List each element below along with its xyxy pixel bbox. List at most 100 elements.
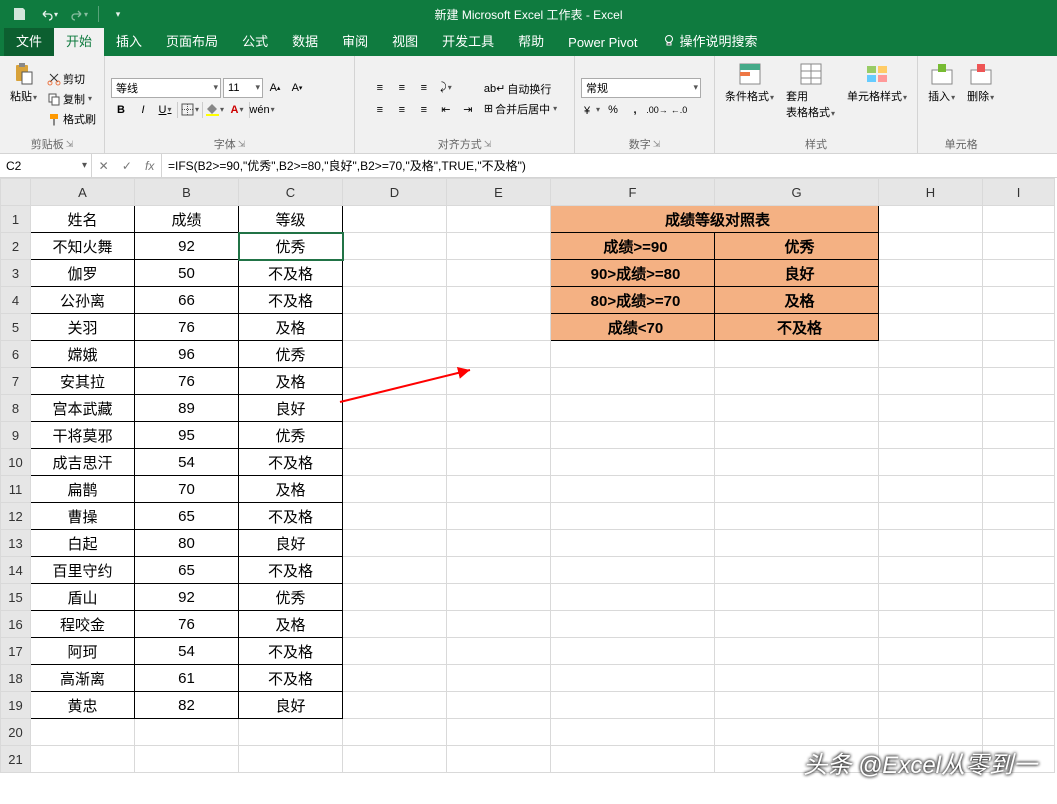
row-header-11[interactable]: 11 <box>1 476 31 503</box>
fx-icon[interactable]: fx <box>145 159 154 173</box>
row-header-10[interactable]: 10 <box>1 449 31 476</box>
cell-E21[interactable] <box>447 746 551 773</box>
cell-E5[interactable] <box>447 314 551 341</box>
cell-D20[interactable] <box>343 719 447 746</box>
cell-H7[interactable] <box>879 368 983 395</box>
align-center-button[interactable]: ≡ <box>392 100 412 120</box>
col-header-C[interactable]: C <box>239 179 343 206</box>
row-header-8[interactable]: 8 <box>1 395 31 422</box>
align-right-button[interactable]: ≡ <box>414 100 434 120</box>
cell-H13[interactable] <box>879 530 983 557</box>
cell-styles-button[interactable]: 单元格样式 <box>843 60 911 137</box>
cell-I7[interactable] <box>983 368 1055 395</box>
cell-E18[interactable] <box>447 665 551 692</box>
cell-G7[interactable] <box>715 368 879 395</box>
cell-B17[interactable]: 54 <box>135 638 239 665</box>
redo-icon[interactable]: ▾ <box>68 3 90 25</box>
cell-G10[interactable] <box>715 449 879 476</box>
cell-B16[interactable]: 76 <box>135 611 239 638</box>
cell-E17[interactable] <box>447 638 551 665</box>
cell-B19[interactable]: 82 <box>135 692 239 719</box>
cell-F6[interactable] <box>551 341 715 368</box>
align-bottom-button[interactable]: ≡ <box>414 78 434 98</box>
insert-cells-button[interactable]: 插入 <box>924 60 959 137</box>
cell-F20[interactable] <box>551 719 715 746</box>
cell-H20[interactable] <box>879 719 983 746</box>
cell-C3[interactable]: 不及格 <box>239 260 343 287</box>
cell-D15[interactable] <box>343 584 447 611</box>
launcher-icon[interactable]: ⇲ <box>66 139 74 150</box>
cell-A2[interactable]: 不知火舞 <box>31 233 135 260</box>
launcher-icon[interactable]: ⇲ <box>484 139 492 150</box>
tab-help[interactable]: 帮助 <box>506 25 556 56</box>
cell-C16[interactable]: 及格 <box>239 611 343 638</box>
cell-F4[interactable]: 80>成绩>=70 <box>551 287 715 314</box>
save-icon[interactable] <box>8 3 30 25</box>
cell-H18[interactable] <box>879 665 983 692</box>
cell-C11[interactable]: 及格 <box>239 476 343 503</box>
indent-decrease-button[interactable]: ⇤ <box>436 100 456 120</box>
cell-H1[interactable] <box>879 206 983 233</box>
cell-B13[interactable]: 80 <box>135 530 239 557</box>
cell-D9[interactable] <box>343 422 447 449</box>
cell-B14[interactable]: 65 <box>135 557 239 584</box>
underline-button[interactable]: U <box>155 100 175 120</box>
decrease-decimal-button[interactable]: ←.0 <box>669 100 689 120</box>
cell-D5[interactable] <box>343 314 447 341</box>
cell-F18[interactable] <box>551 665 715 692</box>
cell-I19[interactable] <box>983 692 1055 719</box>
cell-H12[interactable] <box>879 503 983 530</box>
cell-H19[interactable] <box>879 692 983 719</box>
number-format-combo[interactable]: 常规 <box>581 78 701 98</box>
cell-H11[interactable] <box>879 476 983 503</box>
indent-increase-button[interactable]: ⇥ <box>458 100 478 120</box>
cell-G4[interactable]: 及格 <box>715 287 879 314</box>
font-size-combo[interactable]: 11 <box>223 78 263 98</box>
italic-button[interactable]: I <box>133 100 153 120</box>
cell-D1[interactable] <box>343 206 447 233</box>
cell-C8[interactable]: 良好 <box>239 395 343 422</box>
border-button[interactable] <box>180 100 200 120</box>
cell-I20[interactable] <box>983 719 1055 746</box>
wrap-text-button[interactable]: ab↵ 自动换行 <box>482 80 559 98</box>
cell-B11[interactable]: 70 <box>135 476 239 503</box>
cell-C1[interactable]: 等级 <box>239 206 343 233</box>
cell-B7[interactable]: 76 <box>135 368 239 395</box>
cell-I10[interactable] <box>983 449 1055 476</box>
cell-D6[interactable] <box>343 341 447 368</box>
cell-B20[interactable] <box>135 719 239 746</box>
cell-H5[interactable] <box>879 314 983 341</box>
cell-G9[interactable] <box>715 422 879 449</box>
cell-H9[interactable] <box>879 422 983 449</box>
cell-A21[interactable] <box>31 746 135 773</box>
cell-B10[interactable]: 54 <box>135 449 239 476</box>
delete-cells-button[interactable]: 删除 <box>963 60 998 137</box>
cell-B18[interactable]: 61 <box>135 665 239 692</box>
cell-F19[interactable] <box>551 692 715 719</box>
cell-C2[interactable]: 优秀 <box>239 233 343 260</box>
cell-A11[interactable]: 扁鹊 <box>31 476 135 503</box>
cell-G3[interactable]: 良好 <box>715 260 879 287</box>
row-header-9[interactable]: 9 <box>1 422 31 449</box>
cell-I6[interactable] <box>983 341 1055 368</box>
cell-F15[interactable] <box>551 584 715 611</box>
launcher-icon[interactable]: ⇲ <box>653 139 661 150</box>
cell-C17[interactable]: 不及格 <box>239 638 343 665</box>
col-header-H[interactable]: H <box>879 179 983 206</box>
cell-D17[interactable] <box>343 638 447 665</box>
cell-E2[interactable] <box>447 233 551 260</box>
cell-G17[interactable] <box>715 638 879 665</box>
cell-F12[interactable] <box>551 503 715 530</box>
orientation-button[interactable]: ⤸ <box>436 78 456 98</box>
row-header-15[interactable]: 15 <box>1 584 31 611</box>
tab-view[interactable]: 视图 <box>380 25 430 56</box>
cell-E19[interactable] <box>447 692 551 719</box>
cell-F8[interactable] <box>551 395 715 422</box>
cell-G16[interactable] <box>715 611 879 638</box>
col-header-D[interactable]: D <box>343 179 447 206</box>
tab-review[interactable]: 审阅 <box>330 25 380 56</box>
col-header-E[interactable]: E <box>447 179 551 206</box>
tab-formulas[interactable]: 公式 <box>230 25 280 56</box>
tab-insert[interactable]: 插入 <box>104 25 154 56</box>
cell-C13[interactable]: 良好 <box>239 530 343 557</box>
